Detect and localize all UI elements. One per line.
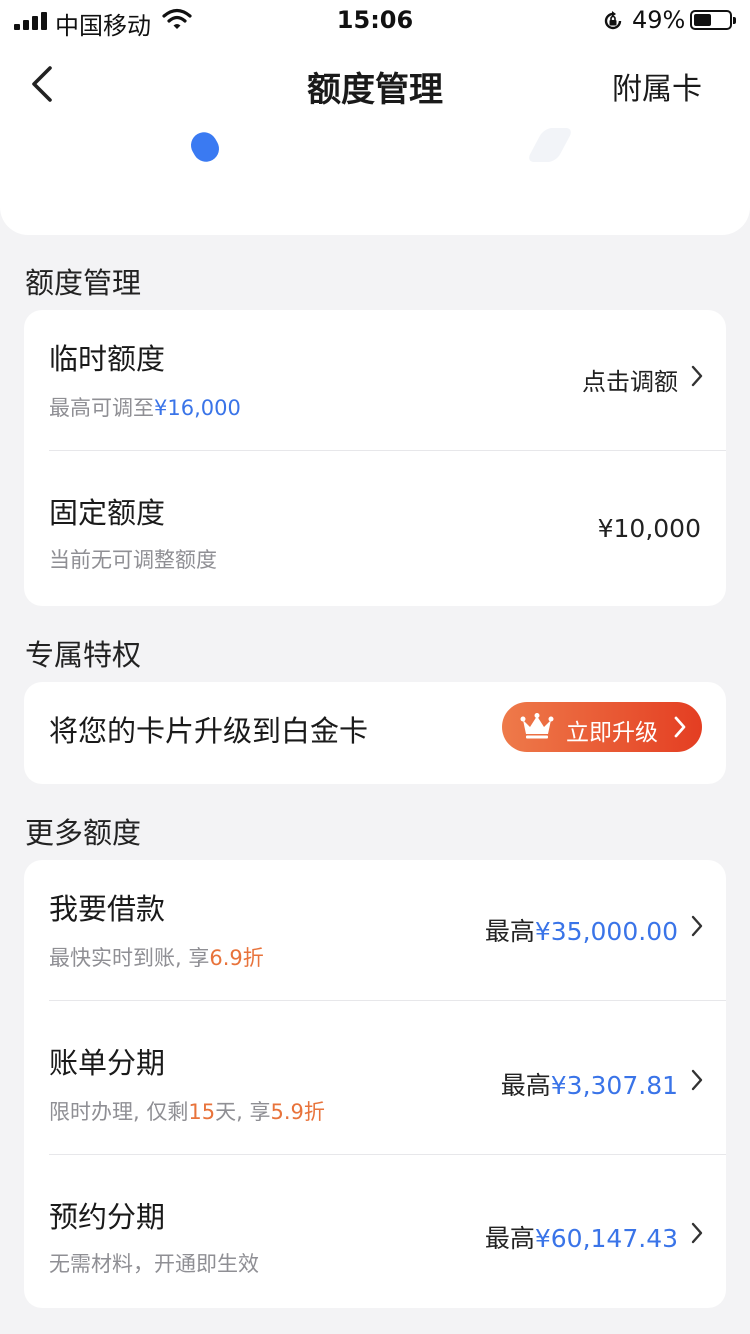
orientation-lock-icon (604, 11, 622, 30)
upgrade-button-label: 立即升级 (566, 720, 658, 746)
max-amount: 最高¥35,000.00 (485, 912, 678, 948)
max-amount-value: ¥35,000.00 (534, 917, 678, 946)
battery-percent: 49% (632, 6, 686, 34)
subtitle-prefix: 最高可调至 (49, 396, 154, 420)
row-subtitle: 最高可调至¥16,000 (49, 392, 241, 422)
row-subtitle: 限时办理, 仅剩15天, 享5.9折 (49, 1096, 325, 1126)
max-prefix: 最高 (484, 917, 535, 946)
max-prefix: 最高 (500, 1071, 551, 1100)
subtitle-text: 最快实时到账, 享 (49, 946, 210, 970)
fixed-quota-value: ¥10,000 (597, 514, 701, 543)
chevron-right-icon (691, 365, 703, 387)
upgrade-button[interactable]: 立即升级 (502, 702, 702, 752)
loan-row[interactable]: 我要借款 最快实时到账, 享6.9折 最高¥35,000.00 (24, 860, 726, 1001)
adjust-quota-link[interactable]: 点击调额 (582, 362, 678, 397)
chevron-right-icon (674, 716, 686, 738)
max-temporary-amount: ¥16,000 (154, 396, 241, 420)
section-title-quota: 额度管理 (25, 266, 142, 300)
bill-installment-row[interactable]: 账单分期 限时办理, 仅剩15天, 享5.9折 最高¥3,307.81 (24, 1001, 726, 1155)
supplementary-card-link[interactable]: 附属卡 (612, 64, 702, 108)
row-title: 临时额度 (49, 342, 166, 376)
section-title-privilege: 专属特权 (25, 638, 142, 672)
row-subtitle: 当前无可调整额度 (49, 548, 217, 572)
chevron-right-icon (691, 1222, 703, 1244)
discount-highlight: 6.9折 (209, 946, 264, 970)
quota-card: 临时额度 最高可调至¥16,000 点击调额 固定额度 当前无可调整额度 ¥10… (24, 310, 726, 606)
chevron-right-icon (691, 915, 703, 937)
row-title: 预约分期 (49, 1200, 166, 1234)
subtitle-text: 限时办理, 仅剩 (49, 1100, 189, 1124)
days-remaining: 15 (188, 1100, 216, 1124)
subtitle-text: 天, 享 (215, 1100, 271, 1124)
chevron-right-icon (691, 1069, 703, 1091)
max-amount: 最高¥3,307.81 (501, 1066, 678, 1102)
crown-icon (520, 713, 554, 739)
privilege-card: 将您的卡片升级到白金卡 立即升级 (24, 682, 726, 784)
fixed-quota-row: 固定额度 当前无可调整额度 ¥10,000 (24, 451, 726, 606)
upgrade-promo-text: 将您的卡片升级到白金卡 (49, 714, 369, 748)
row-title: 账单分期 (49, 1046, 166, 1080)
row-title: 固定额度 (49, 496, 166, 530)
row-title: 我要借款 (49, 892, 166, 926)
max-prefix: 最高 (484, 1224, 535, 1253)
battery-icon (690, 10, 736, 30)
row-subtitle: 最快实时到账, 享6.9折 (49, 942, 264, 972)
max-amount-value: ¥3,307.81 (550, 1071, 678, 1100)
more-quota-card: 我要借款 最快实时到账, 享6.9折 最高¥35,000.00 账单分期 限时办… (24, 860, 726, 1308)
row-subtitle: 无需材料，开通即生效 (49, 1252, 259, 1276)
temporary-quota-row[interactable]: 临时额度 最高可调至¥16,000 点击调额 (24, 310, 726, 451)
max-amount-value: ¥60,147.43 (534, 1224, 678, 1253)
section-title-more: 更多额度 (25, 816, 142, 850)
max-amount: 最高¥60,147.43 (485, 1219, 678, 1255)
status-bar: 中国移动 15:06 49% (0, 0, 750, 40)
battery-level (694, 14, 711, 26)
discount-highlight: 5.9折 (270, 1100, 325, 1124)
reserve-installment-row[interactable]: 预约分期 无需材料，开通即生效 最高¥60,147.43 (24, 1155, 726, 1308)
